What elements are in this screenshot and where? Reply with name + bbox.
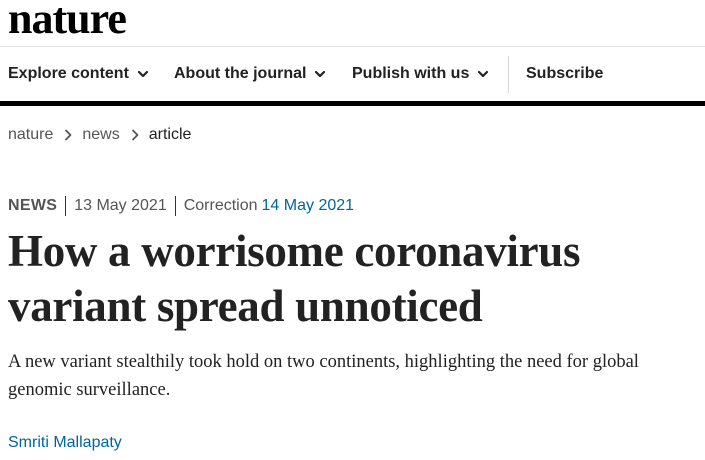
article-meta: NEWS 13 May 2021 Correction 14 May 2021 xyxy=(8,195,354,217)
subscribe-link[interactable]: Subscribe xyxy=(526,47,603,101)
main-nav: Explore content About the journal Publis… xyxy=(0,47,705,101)
breadcrumb: nature news article xyxy=(8,124,191,146)
article-standfirst: A new variant stealthily took hold on tw… xyxy=(8,352,639,400)
breadcrumb-item-nature[interactable]: nature xyxy=(8,126,53,144)
subscribe-label: Subscribe xyxy=(526,65,604,82)
chevron-down-icon xyxy=(315,70,326,78)
chevron-right-icon xyxy=(65,129,72,141)
nav-bottom-rule xyxy=(0,101,705,106)
nav-item-label: Explore content xyxy=(8,65,129,82)
nav-about-the-journal[interactable]: About the journal xyxy=(174,47,326,101)
chevron-down-icon xyxy=(137,70,149,78)
article-type-label: NEWS xyxy=(8,197,58,214)
nav-item-label: Publish with us xyxy=(352,65,470,82)
correction-label: Correction xyxy=(183,197,258,214)
chevron-right-icon xyxy=(131,129,139,141)
nav-explore-content[interactable]: Explore content xyxy=(8,47,149,101)
meta-divider xyxy=(65,196,67,216)
breadcrumb-item-news[interactable]: news xyxy=(82,126,119,144)
nav-separator xyxy=(508,56,509,93)
breadcrumb-item-article: article xyxy=(148,126,192,143)
correction-date-link[interactable]: 14 May 2021 xyxy=(262,197,355,215)
meta-divider xyxy=(174,196,176,216)
published-date: 13 May 2021 xyxy=(74,197,167,214)
article-title: How a worrisome coronavirus variant spre… xyxy=(8,226,581,331)
chevron-down-icon xyxy=(478,70,489,78)
author-link[interactable]: Smriti Mallapaty xyxy=(8,434,122,452)
nav-item-label: About the journal xyxy=(174,65,307,82)
nature-logo[interactable]: nature xyxy=(8,0,127,42)
nav-publish-with-us[interactable]: Publish with us xyxy=(352,47,489,101)
